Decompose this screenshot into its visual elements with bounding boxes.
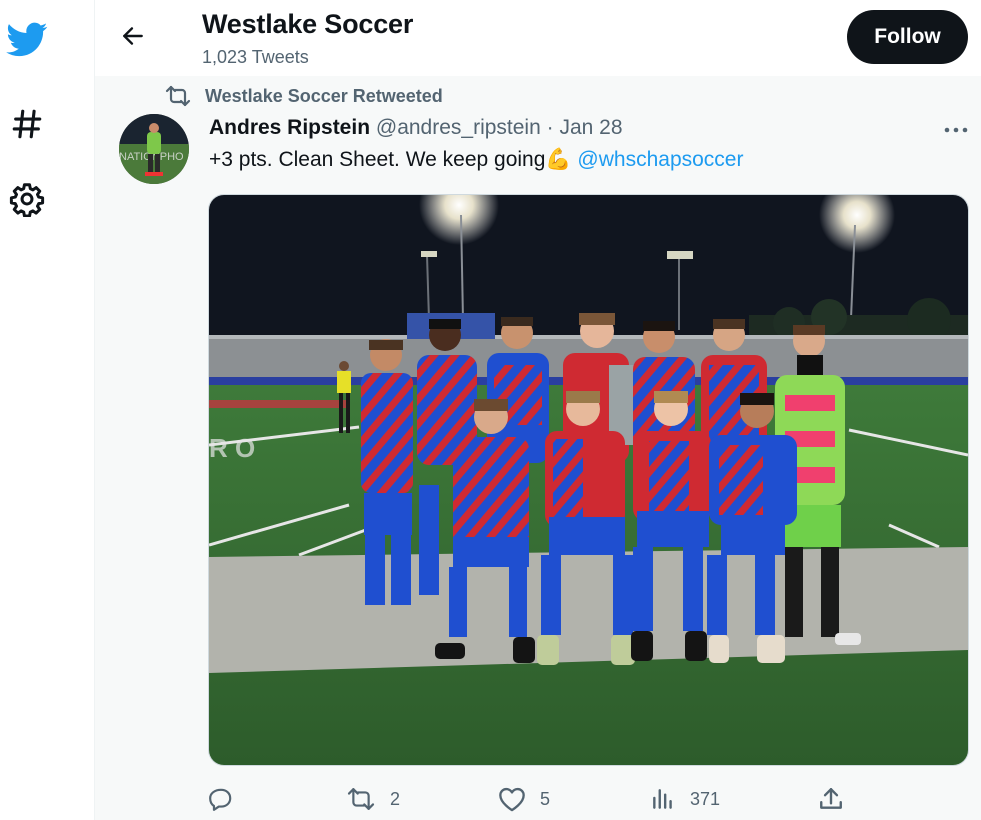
tweet[interactable]: Westlake Soccer Retweeted NATIONPHO Andr… xyxy=(95,76,981,820)
tweet-body: +3 pts. Clean Sheet. We keep going xyxy=(209,148,546,171)
profile-header: Westlake Soccer 1,023 Tweets Follow xyxy=(95,0,981,76)
retweet-button[interactable]: 2 xyxy=(346,782,400,816)
tweet-count: 1,023 Tweets xyxy=(202,47,309,67)
mention-link[interactable]: @whschapsoccer xyxy=(577,148,743,171)
twitter-logo-icon[interactable] xyxy=(4,18,50,62)
tweet-text: +3 pts. Clean Sheet. We keep going💪 @whs… xyxy=(209,148,743,172)
views-button[interactable]: 371 xyxy=(650,782,720,816)
retweet-label: Westlake Soccer Retweeted xyxy=(205,85,443,106)
back-button[interactable] xyxy=(115,18,151,54)
tweet-date[interactable]: Jan 28 xyxy=(559,116,622,139)
reply-button[interactable] xyxy=(208,782,248,816)
share-icon xyxy=(820,788,842,809)
svg-text:R O: R O xyxy=(209,433,255,463)
views-count: 371 xyxy=(690,788,721,809)
reply-icon xyxy=(209,788,232,811)
like-button[interactable]: 5 xyxy=(498,782,550,816)
meta-separator: · xyxy=(546,116,554,139)
tweet-actions: 2 5 371 xyxy=(95,782,981,816)
gear-icon[interactable] xyxy=(6,178,48,220)
heart-icon xyxy=(499,787,525,812)
author-name[interactable]: Andres Ripstein xyxy=(209,116,370,139)
like-count: 5 xyxy=(540,788,551,809)
flexed-biceps-emoji: 💪 xyxy=(545,148,572,171)
follow-button[interactable]: Follow xyxy=(847,10,968,64)
avatar[interactable]: NATIONPHO xyxy=(119,114,189,184)
retweet-notice: Westlake Soccer Retweeted xyxy=(165,84,443,108)
tweet-meta: Andres Ripstein @andres_ripstein · Jan 2… xyxy=(209,116,623,140)
page-title: Westlake Soccer xyxy=(202,9,414,39)
sidebar xyxy=(0,0,95,820)
retweet-icon xyxy=(347,788,375,810)
more-options-button[interactable] xyxy=(941,118,971,142)
arrow-left-icon xyxy=(123,27,143,45)
share-button[interactable] xyxy=(818,782,858,816)
retweet-count: 2 xyxy=(390,788,401,809)
more-icon xyxy=(944,127,968,133)
views-chart-icon xyxy=(653,789,672,809)
author-handle[interactable]: @andres_ripstein xyxy=(376,116,541,139)
hashtag-icon[interactable] xyxy=(6,104,48,144)
tweet-media[interactable]: R O xyxy=(208,194,969,766)
retweet-icon xyxy=(165,84,191,108)
